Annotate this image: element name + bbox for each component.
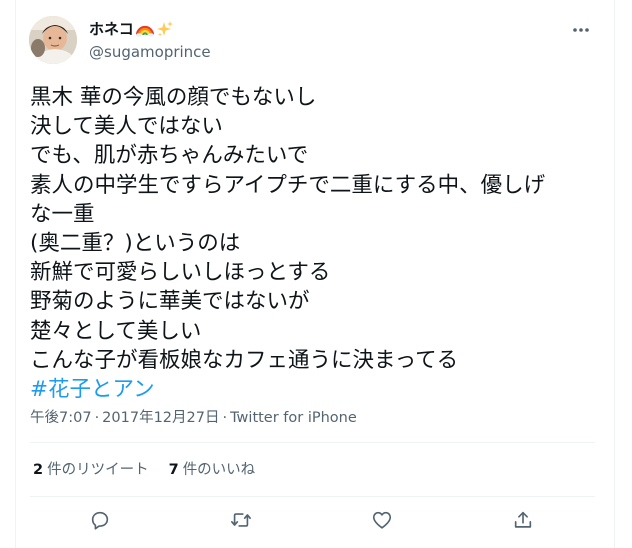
rainbow-emoji xyxy=(135,21,154,37)
meta-separator: · xyxy=(222,410,228,426)
more-options-icon[interactable] xyxy=(569,20,593,40)
tweet-line: でも、肌が赤ちゃんみたいで xyxy=(30,143,309,169)
tweet-stats: 2 件のリツイート 7 件のいいね xyxy=(33,460,255,480)
tweet-time[interactable]: 午後7:07 xyxy=(30,410,92,426)
divider xyxy=(30,496,595,497)
avatar-photo xyxy=(29,16,77,64)
tweet-line: 野菊のように華美ではないが xyxy=(30,289,310,315)
tweet-line: こんな子が看板娘なカフェ通うに決まってる xyxy=(30,347,459,373)
hashtag-link[interactable]: #花子とアン xyxy=(30,375,586,404)
likes-count: 7 xyxy=(168,462,179,478)
tweet-meta: 午後7:07 · 2017年12月27日 · Twitter for iPhone xyxy=(30,408,357,428)
display-name[interactable]: ホネコ xyxy=(89,19,134,39)
display-name-row[interactable]: ホネコ xyxy=(89,19,174,39)
retweet-icon[interactable] xyxy=(229,508,253,532)
avatar[interactable] xyxy=(29,16,77,64)
likes-label: 件のいいね xyxy=(182,462,256,478)
divider xyxy=(30,442,595,443)
retweets-stat[interactable]: 2 件のリツイート xyxy=(33,460,149,480)
tweet-line: 素人の中学生ですらアイプチで二重にする中、優しげ xyxy=(30,172,546,198)
likes-stat[interactable]: 7 件のいいね xyxy=(169,460,256,480)
tweet-source[interactable]: Twitter for iPhone xyxy=(230,410,357,426)
share-icon[interactable] xyxy=(511,508,535,532)
tweet-line: 決して美人ではない xyxy=(30,114,223,140)
tweet-date[interactable]: 2017年12月27日 xyxy=(102,410,219,426)
tweet-line: 楚々として美しい xyxy=(30,318,202,344)
tweet-header: ホネコ @sugamoprince xyxy=(29,16,599,66)
tweet-line: 新鮮で可愛らしいしほっとする xyxy=(30,260,331,286)
retweets-label: 件のリツイート xyxy=(47,462,149,478)
meta-separator: · xyxy=(94,410,100,426)
retweets-count: 2 xyxy=(33,462,44,478)
tweet-line: 黒木 華の今風の顔でもないし xyxy=(30,85,317,110)
tweet-text: 黒木 華の今風の顔でもないし 決して美人ではない でも、肌が赤ちゃんみたいで 素… xyxy=(30,83,586,404)
user-handle[interactable]: @sugamoprince xyxy=(89,42,211,62)
reply-icon[interactable] xyxy=(88,508,112,532)
like-icon[interactable] xyxy=(370,508,394,532)
action-bar xyxy=(30,500,595,540)
tweet-line: な一重 xyxy=(30,201,95,227)
sparkles-emoji xyxy=(156,20,174,38)
tweet-line: (奥二重？)というのは xyxy=(30,231,241,257)
